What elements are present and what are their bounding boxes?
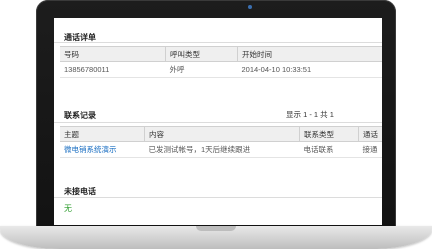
laptop-notch	[196, 226, 236, 231]
column-header-call-status[interactable]: 通话	[358, 126, 382, 142]
app-screen: 通话详单 号码 呼叫类型 开始时间 13856780011 外呼 2014-04…	[54, 18, 382, 225]
missed-calls-value: 无	[64, 204, 72, 213]
column-header-contact-type[interactable]: 联系类型	[299, 126, 359, 142]
table-header-row: 号码 呼叫类型 开始时间	[60, 46, 382, 62]
cell-call-type: 外呼	[165, 61, 238, 78]
pagination-info: 显示 1 - 1 共 1	[286, 110, 334, 119]
column-header-content[interactable]: 内容	[144, 126, 300, 142]
column-header-call-type[interactable]: 呼叫类型	[165, 46, 238, 62]
cell-start-time: 2014-04-10 10:33:51	[237, 61, 382, 78]
cell-call-status: 接通	[358, 141, 382, 158]
cell-contact-type: 电话联系	[299, 141, 359, 158]
section-divider	[54, 42, 382, 43]
table-header-row: 主题 内容 联系类型 通话	[60, 126, 382, 142]
contact-records-table: 主题 内容 联系类型 通话 微电销系统演示 已发测试帐号，1天后继续跟进 电话联…	[60, 126, 382, 158]
section-divider	[54, 197, 382, 198]
contact-records-title: 联系记录	[64, 111, 96, 120]
column-header-start-time[interactable]: 开始时间	[237, 46, 382, 62]
column-header-subject[interactable]: 主题	[60, 126, 145, 142]
section-divider	[54, 122, 382, 123]
call-detail-table: 号码 呼叫类型 开始时间 13856780011 外呼 2014-04-10 1…	[60, 46, 382, 78]
laptop-frame: 通话详单 号码 呼叫类型 开始时间 13856780011 外呼 2014-04…	[0, 0, 432, 249]
table-row[interactable]: 微电销系统演示 已发测试帐号，1天后继续跟进 电话联系 接通	[60, 141, 382, 158]
subject-link[interactable]: 微电销系统演示	[60, 141, 145, 158]
table-row[interactable]: 13856780011 外呼 2014-04-10 10:33:51	[60, 61, 382, 78]
cell-number: 13856780011	[60, 61, 166, 78]
cell-content: 已发测试帐号，1天后继续跟进	[144, 141, 300, 158]
webcam-icon	[248, 5, 252, 9]
missed-calls-title: 未接电话	[64, 187, 96, 196]
column-header-number[interactable]: 号码	[60, 46, 166, 62]
